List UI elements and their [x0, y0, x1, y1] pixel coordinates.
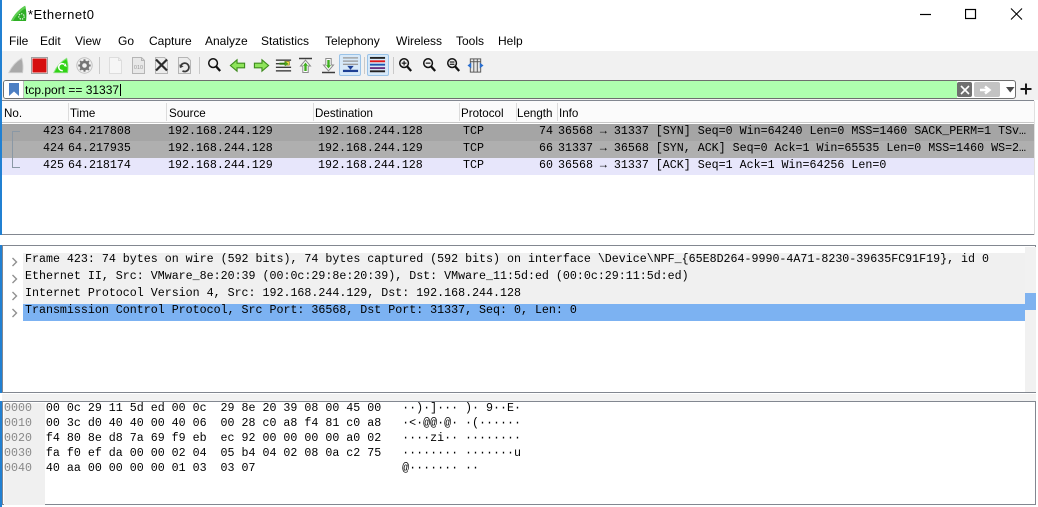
svg-text:010: 010 [134, 65, 143, 71]
